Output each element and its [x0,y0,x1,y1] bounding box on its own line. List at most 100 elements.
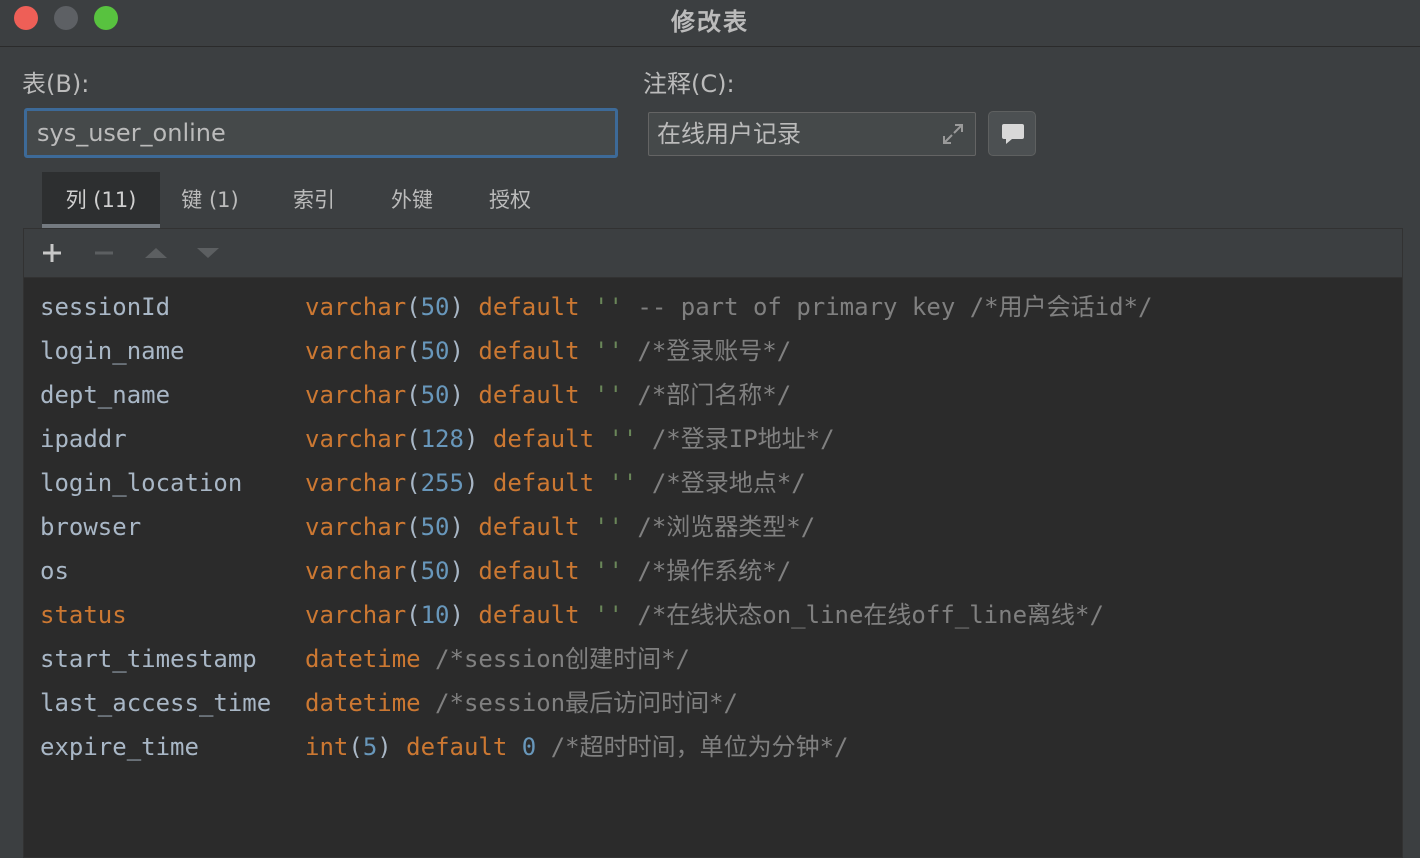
tab-indexes[interactable]: 索引 [274,172,354,228]
column-definition: varchar(10) default '' /*在线状态on_line在线of… [305,593,1104,637]
column-row[interactable]: last_access_time datetime /*session最后访问时间… [40,681,1400,725]
column-comment: /*登录地点*/ [651,469,806,497]
column-definition: datetime /*session创建时间*/ [305,637,690,681]
column-type: datetime [305,689,421,717]
default-value: 0 [521,733,537,761]
column-row[interactable]: os varchar(50) default '' /*操作系统*/ [40,549,1400,593]
column-name: start_timestamp [40,645,257,673]
comment-editor-button[interactable] [988,111,1036,156]
minus-icon[interactable] [90,239,118,267]
close-paren: ) [449,513,464,541]
column-type: varchar [305,425,407,453]
default-keyword: default [478,293,580,321]
open-paren: ( [406,381,421,409]
column-size: 50 [420,293,450,321]
column-name: ipaddr [40,425,127,453]
column-type: varchar [305,337,407,365]
column-row[interactable]: login_name varchar(50) default '' /*登录账号*… [40,329,1400,373]
default-value: '' [594,513,623,541]
column-type: varchar [305,601,407,629]
tab-keys[interactable]: 键 (1) [166,172,254,228]
columns-panel: sessionId varchar(50) default '' -- part … [23,228,1403,858]
comment-input-value: 在线用户记录 [657,120,801,148]
column-definition: varchar(50) default '' /*登录账号*/ [305,329,791,373]
tab-foreign-keys[interactable]: 外键 [372,172,452,228]
comment-input[interactable]: 在线用户记录 [648,112,976,156]
table-name-input[interactable]: sys_user_online [24,108,618,158]
tab-grants[interactable]: 授权 [470,172,550,228]
open-paren: ( [406,425,421,453]
default-value: '' [594,293,623,321]
column-row[interactable]: browser varchar(50) default '' /*浏览器类型*/ [40,505,1400,549]
column-name: login_name [40,337,185,365]
column-comment: /*浏览器类型*/ [637,513,816,541]
open-paren: ( [406,557,421,585]
column-comment: /*部门名称*/ [637,381,792,409]
move-down-icon[interactable] [194,239,222,267]
column-type: varchar [305,381,407,409]
move-up-icon[interactable] [142,239,170,267]
default-value: '' [594,601,623,629]
open-paren: ( [348,733,363,761]
column-definition: datetime /*session最后访问时间*/ [305,681,738,725]
open-paren: ( [406,513,421,541]
column-size: 10 [420,601,450,629]
column-size: 50 [420,557,450,585]
expand-icon[interactable] [941,122,965,146]
column-name: sessionId [40,293,171,321]
column-name: dept_name [40,381,171,409]
comment-label: 注释(C): [643,70,735,98]
column-type: datetime [305,645,421,673]
column-type: varchar [305,557,407,585]
column-comment: /*操作系统*/ [637,557,792,585]
close-paren: ) [449,293,464,321]
column-name: os [40,557,69,585]
close-paren: ) [449,381,464,409]
column-row[interactable]: status varchar(10) default '' /*在线状态on_li… [40,593,1400,637]
column-row[interactable]: dept_name varchar(50) default '' /*部门名称*/ [40,373,1400,417]
column-name: last_access_time [40,689,272,717]
column-comment: /*session创建时间*/ [435,645,690,673]
column-row[interactable]: ipaddr varchar(128) default '' /*登录IP地址*/ [40,417,1400,461]
column-row[interactable]: sessionId varchar(50) default '' -- part … [40,285,1400,329]
open-paren: ( [406,337,421,365]
tab-columns[interactable]: 列 (11) [42,172,160,228]
default-keyword: default [478,557,580,585]
column-type: int [305,733,349,761]
column-comment: /*session最后访问时间*/ [435,689,738,717]
columns-toolbar [24,229,1402,278]
column-name: expire_time [40,733,199,761]
column-definition: varchar(255) default '' /*登录地点*/ [305,461,806,505]
column-comment: /*在线状态on_line在线off_line离线*/ [637,601,1104,629]
column-definition: varchar(50) default '' /*浏览器类型*/ [305,505,815,549]
default-value: '' [608,425,638,453]
column-row[interactable]: start_timestamp datetime /*session创建时间*/ [40,637,1400,681]
default-keyword: default [478,337,580,365]
column-row[interactable]: login_location varchar(255) default '' /*… [40,461,1400,505]
default-value: '' [594,337,623,365]
window-title: 修改表 [671,8,749,36]
column-row[interactable]: expire_time int(5) default 0 /*超时时间，单位为分钟… [40,725,1400,769]
column-name: browser [40,513,142,541]
default-value: '' [608,469,638,497]
column-comment: /*登录账号*/ [637,337,792,365]
plus-icon[interactable] [38,239,66,267]
